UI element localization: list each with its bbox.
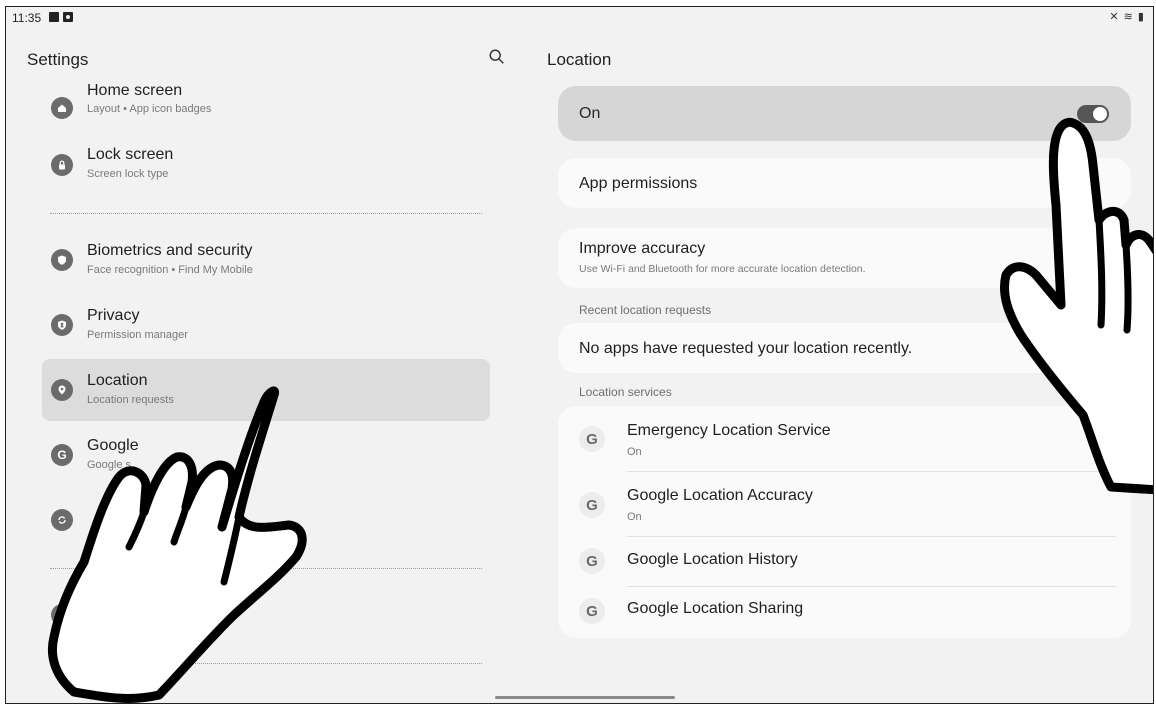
settings-item-lock-screen[interactable]: Lock screen Screen lock type (42, 134, 490, 196)
service-subtitle: On (627, 446, 642, 458)
settings-item-biometrics[interactable]: Biometrics and security Face recognition… (42, 229, 490, 291)
master-switch-label: On (579, 105, 601, 122)
privacy-icon (51, 314, 73, 336)
section-divider (50, 213, 482, 214)
app-permissions-label: App permissions (579, 175, 698, 192)
location-services-header: Location services (579, 385, 672, 399)
home-icon (51, 97, 73, 119)
improve-accuracy-label: Improve accuracy (579, 240, 706, 257)
settings-item-subtitle: Permission manager (87, 329, 188, 341)
service-subtitle: On (627, 511, 642, 523)
system-status-icons: ✕ ≋ ▮ (1109, 11, 1145, 23)
recent-requests-empty-text: No apps have requested your location rec… (579, 340, 913, 357)
google-g-icon: G (579, 492, 605, 518)
status-bar: 11:35 ✕ ≋ ▮ (6, 7, 1153, 31)
settings-item-home-screen[interactable]: Home screen Layout • App icon badges (42, 77, 490, 139)
service-title: Google Location Accuracy (627, 487, 813, 504)
gallery-icon (49, 12, 59, 22)
settings-item-title: Lock screen (87, 146, 174, 163)
location-title: Location (547, 50, 612, 69)
lock-icon (51, 154, 73, 176)
google-g-icon: G (579, 426, 605, 452)
screen-frame: 11:35 ✕ ≋ ▮ Settings Home screen Layout … (5, 6, 1154, 704)
service-title: Google Location Sharing (627, 600, 804, 617)
search-icon[interactable] (488, 48, 508, 68)
service-location-history[interactable]: G Google Location History (558, 537, 1131, 586)
settings-item-subtitle: Face recognition • Find My Mobile (87, 264, 253, 276)
settings-item-title: Biometrics and security (87, 242, 253, 259)
service-title: Google Location History (627, 551, 798, 568)
settings-title: Settings (27, 50, 89, 69)
google-g-icon: G (579, 598, 605, 624)
shield-icon (51, 249, 73, 271)
settings-item-title: Privacy (87, 307, 140, 324)
google-g-icon: G (579, 548, 605, 574)
settings-item-subtitle: Screen lock type (87, 168, 169, 180)
settings-item-title: Home screen (87, 82, 183, 99)
recent-requests-header: Recent location requests (579, 303, 712, 317)
service-title: Emergency Location Service (627, 422, 831, 439)
notification-icon (63, 12, 73, 22)
pointing-hand-right-icon (999, 117, 1153, 495)
settings-item-privacy[interactable]: Privacy Permission manager (42, 294, 490, 356)
improve-accuracy-subtitle: Use Wi-Fi and Bluetooth for more accurat… (579, 263, 866, 275)
navigation-handle[interactable] (495, 696, 675, 699)
settings-item-subtitle: Layout • App icon badges (87, 103, 212, 115)
pointing-hand-left-icon (47, 386, 307, 703)
status-time: 11:35 (12, 11, 42, 25)
service-location-sharing[interactable]: G Google Location Sharing (558, 587, 1131, 637)
